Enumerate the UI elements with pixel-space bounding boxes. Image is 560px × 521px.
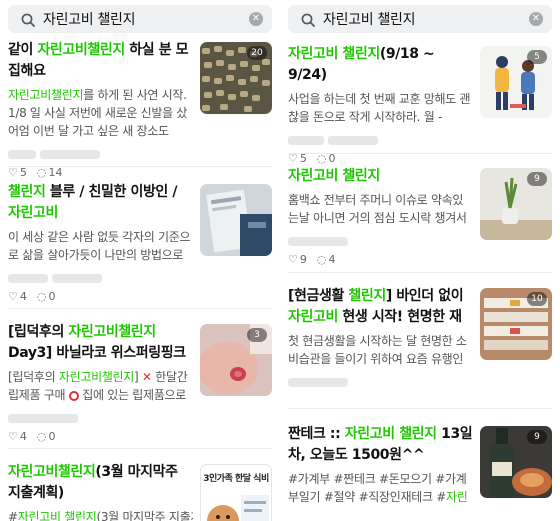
heart-icon: ♡ xyxy=(8,430,18,443)
like-stat: ♡ 4 xyxy=(8,430,27,443)
clear-icon[interactable]: ✕ xyxy=(249,12,263,26)
search-results-right: 자린고비 챌린지 ✕ 자린고비 챌린지(9/18 ~ 9/24) 사업을 하는데… xyxy=(280,0,560,521)
comment-icon: ◌ xyxy=(36,290,47,303)
divider xyxy=(288,272,552,273)
heart-icon: ♡ xyxy=(288,253,298,266)
search-icon xyxy=(21,12,35,27)
image-count-badge: 3 xyxy=(247,328,267,342)
clear-icon[interactable]: ✕ xyxy=(529,12,543,26)
image-count-badge: 9 xyxy=(527,172,547,186)
result-title[interactable]: 챌린지 블루 / 친밀한 이방인 / 자린고비 xyxy=(8,182,193,224)
comment-icon: ◌ xyxy=(36,430,47,443)
author-blurred xyxy=(288,375,473,388)
divider xyxy=(8,308,272,309)
search-bar[interactable]: 자린고비 챌린지 ✕ xyxy=(8,5,272,33)
result-item[interactable]: 자린고비 챌린지(9/18 ~ 9/24) 사업을 하는데 첫 번째 교훈 망해… xyxy=(288,44,552,165)
result-title[interactable]: 자린고비챌린지(3월 마지막주 지출계획) xyxy=(8,462,193,504)
author-blurred xyxy=(8,411,193,424)
result-item[interactable]: 자린고비 챌린지 홈백쇼 전부터 주머니 이슈로 약속있는날 아니면 거의 점심… xyxy=(288,166,552,276)
comment-stat: ◌ 0 xyxy=(36,290,56,303)
result-snippet: 이 세상 같은 사람 없듯 각자의 기준으로 삶을 살아가듯이 나만의 방법으로… xyxy=(8,230,191,262)
result-thumbnail[interactable]: 3 xyxy=(200,324,272,396)
author-blurred xyxy=(288,234,473,247)
heart-icon: ♡ xyxy=(8,290,18,303)
divider xyxy=(288,153,552,154)
result-snippet: 사업을 하는데 첫 번째 교훈 망해도 괜찮을 돈으로 작게 시작하라. 월 -… xyxy=(288,92,471,124)
comment-stat: ◌ 4 xyxy=(316,253,336,266)
search-icon xyxy=(301,12,315,27)
like-stat: ♡ 9 xyxy=(288,253,307,266)
result-thumbnail[interactable]: 9 xyxy=(480,426,552,498)
image-count-badge: 20 xyxy=(247,46,267,60)
cross-mark-icon: ✕ xyxy=(141,370,152,384)
result-snippet: 홈백쇼 전부터 주머니 이슈로 약속있는날 아니면 거의 점심 도시락 챙겨서 … xyxy=(288,193,467,225)
result-item[interactable]: [현금생활 챌린지] 바인더 없이 자린고비 현생 시작! 현명한 재테크...… xyxy=(288,286,552,401)
result-stats: ♡ 4 ◌ 0 xyxy=(8,290,193,303)
result-thumbnail[interactable]: 3인가족 한달 식비 xyxy=(200,464,272,521)
result-title[interactable]: 짠테크 :: 자린고비 챌린지 13일차, 오늘도 1500원^^ xyxy=(288,424,473,466)
result-title[interactable]: 자린고비 챌린지 xyxy=(288,166,473,187)
result-thumbnail[interactable] xyxy=(200,184,272,256)
result-stats: ♡ 9 ◌ 4 xyxy=(288,253,473,266)
result-thumbnail[interactable]: 20 xyxy=(200,42,272,114)
result-thumbnail[interactable]: 9 xyxy=(480,168,552,240)
circle-mark-icon xyxy=(68,391,79,401)
comment-icon: ◌ xyxy=(36,166,47,179)
result-thumbnail[interactable]: 5 xyxy=(480,46,552,118)
image-count-badge: 9 xyxy=(527,430,547,444)
result-item[interactable]: 챌린지 블루 / 친밀한 이방인 / 자린고비 이 세상 같은 사람 없듯 각자… xyxy=(8,182,272,303)
result-item[interactable]: 자린고비챌린지(3월 마지막주 지출계획) #자린고비 챌린지(3월 마지막주 … xyxy=(8,462,272,521)
comment-stat: ◌ 14 xyxy=(36,166,63,179)
search-query[interactable]: 자린고비 챌린지 xyxy=(323,9,416,29)
result-snippet: 자린고비챌린지를 하게 된 사연 시작. 1/8 일 사실 저번에 새로운 신발… xyxy=(8,88,188,138)
heart-icon: ♡ xyxy=(8,166,18,179)
image-count-badge: 10 xyxy=(527,292,547,306)
result-thumbnail[interactable]: 10 xyxy=(480,288,552,360)
result-stats: ♡ 4 ◌ 0 xyxy=(8,430,193,443)
result-item[interactable]: [립덕후의 자린고비챌린지 Day3] 바닐라코 위스퍼링핑크 / 샤넬 비..… xyxy=(8,322,272,443)
search-query[interactable]: 자린고비 챌린지 xyxy=(43,9,136,29)
result-snippet: [립덕후의 자린고비챌린지] ✕ 한달간 립제품 구매 집에 있는 립제품으로만… xyxy=(8,370,188,402)
result-title[interactable]: [현금생활 챌린지] 바인더 없이 자린고비 현생 시작! 현명한 재테크... xyxy=(288,286,473,328)
divider xyxy=(288,408,552,409)
search-bar[interactable]: 자린고비 챌린지 ✕ xyxy=(288,5,552,33)
image-count-badge: 5 xyxy=(527,50,547,64)
result-snippet: 첫 현금생활을 시작하는 달 현명한 소비습관을 들이기 위하여 요즘 유행인 … xyxy=(288,334,467,366)
like-stat: ♡ 5 xyxy=(8,166,27,179)
result-item[interactable]: 같이 자린고비챌린지 하실 분 모집해요 자린고비챌린지를 하게 된 사연 시작… xyxy=(8,40,272,179)
divider xyxy=(8,166,272,167)
result-item[interactable]: 짠테크 :: 자린고비 챌린지 13일차, 오늘도 1500원^^ #가계부 #… xyxy=(288,424,552,521)
comment-stat: ◌ 0 xyxy=(36,430,56,443)
result-stats: ♡ 5 ◌ 14 xyxy=(8,166,193,179)
result-title[interactable]: 같이 자린고비챌린지 하실 분 모집해요 xyxy=(8,40,193,82)
author-blurred xyxy=(8,271,193,284)
search-results-left: 자린고비 챌린지 ✕ 같이 자린고비챌린지 하실 분 모집해요 자린고비챌린지를… xyxy=(0,0,280,521)
author-blurred xyxy=(288,133,473,146)
like-stat: ♡ 4 xyxy=(8,290,27,303)
result-title[interactable]: 자린고비 챌린지(9/18 ~ 9/24) xyxy=(288,44,473,86)
comment-icon: ◌ xyxy=(316,253,327,266)
result-snippet: #가계부 #짠테크 #돈모으기 #가계부일기 #절약 #직장인재테크 #자린고비… xyxy=(288,472,468,504)
divider xyxy=(8,448,272,449)
author-blurred xyxy=(8,147,193,160)
result-title[interactable]: [립덕후의 자린고비챌린지 Day3] 바닐라코 위스퍼링핑크 / 샤넬 비..… xyxy=(8,322,193,364)
result-snippet: #자린고비 챌린지(3월 마지막주 지출계획) xyxy=(8,510,193,521)
